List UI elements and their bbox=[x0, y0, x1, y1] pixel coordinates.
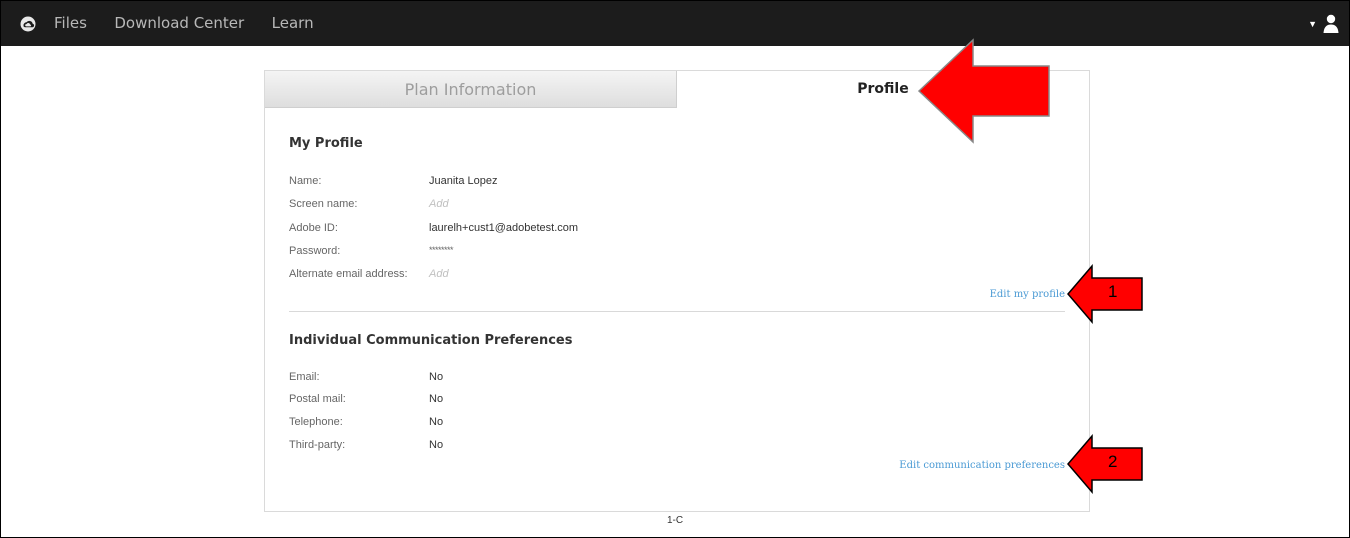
add-alternate-email-link[interactable]: Add bbox=[429, 268, 449, 280]
chevron-down-icon: ▼ bbox=[1308, 18, 1317, 29]
profile-tab-arrow-icon bbox=[917, 38, 1050, 144]
creative-cloud-icon[interactable] bbox=[20, 16, 36, 32]
pref-row-email: Email: No bbox=[289, 371, 443, 383]
profile-row-adobe-id: Adobe ID: laurelh+cust1@adobetest.com bbox=[289, 222, 578, 234]
field-label: Postal mail: bbox=[289, 393, 346, 405]
field-value: No bbox=[429, 416, 444, 428]
pref-row-postal-mail: Postal mail: No bbox=[289, 393, 443, 405]
annotation-arrow-2-icon bbox=[1067, 434, 1143, 494]
account-menu[interactable]: ▼ bbox=[1308, 14, 1339, 33]
annotation-number-2: 2 bbox=[1108, 452, 1118, 471]
field-label: Alternate email address: bbox=[289, 268, 408, 280]
field-label: Third-party: bbox=[289, 439, 346, 451]
field-value: ******** bbox=[429, 245, 454, 255]
profile-row-screen-name: Screen name: Add bbox=[289, 198, 449, 210]
profile-row-name: Name: Juanita Lopez bbox=[289, 175, 498, 187]
profile-row-password: Password: ******** bbox=[289, 245, 454, 257]
field-value: Juanita Lopez bbox=[429, 175, 498, 187]
pref-row-third-party: Third-party: No bbox=[289, 439, 443, 451]
annotation-number-1: 1 bbox=[1108, 282, 1118, 301]
top-navigation-bar: Files Download Center Learn ▼ bbox=[1, 1, 1349, 46]
edit-communication-preferences-link[interactable]: Edit communication preferences bbox=[899, 460, 1065, 471]
field-label: Name: bbox=[289, 175, 322, 187]
pref-row-telephone: Telephone: No bbox=[289, 416, 443, 428]
my-profile-heading: My Profile bbox=[289, 136, 363, 151]
nav-download-center[interactable]: Download Center bbox=[114, 14, 244, 32]
field-label: Password: bbox=[289, 245, 341, 257]
field-value: No bbox=[429, 371, 444, 383]
field-value: No bbox=[429, 393, 444, 405]
figure-label: 1-C bbox=[666, 515, 684, 526]
profile-row-alternate-email: Alternate email address: Add bbox=[289, 268, 449, 280]
communication-preferences-heading: Individual Communication Preferences bbox=[289, 333, 573, 348]
user-icon bbox=[1323, 14, 1339, 33]
field-label: Screen name: bbox=[289, 198, 358, 210]
nav-files[interactable]: Files bbox=[54, 14, 87, 32]
add-screen-name-link[interactable]: Add bbox=[429, 198, 449, 210]
field-label: Email: bbox=[289, 371, 320, 383]
tab-plan-information[interactable]: Plan Information bbox=[265, 71, 677, 108]
annotation-arrow-1-icon bbox=[1067, 264, 1143, 324]
field-value: No bbox=[429, 439, 444, 451]
field-value: laurelh+cust1@adobetest.com bbox=[429, 222, 579, 234]
section-divider bbox=[289, 311, 1065, 312]
nav-learn[interactable]: Learn bbox=[272, 14, 314, 32]
main-nav: Files Download Center Learn bbox=[54, 14, 337, 33]
field-label: Adobe ID: bbox=[289, 222, 338, 234]
edit-my-profile-link[interactable]: Edit my profile bbox=[990, 289, 1065, 300]
field-label: Telephone: bbox=[289, 416, 343, 428]
